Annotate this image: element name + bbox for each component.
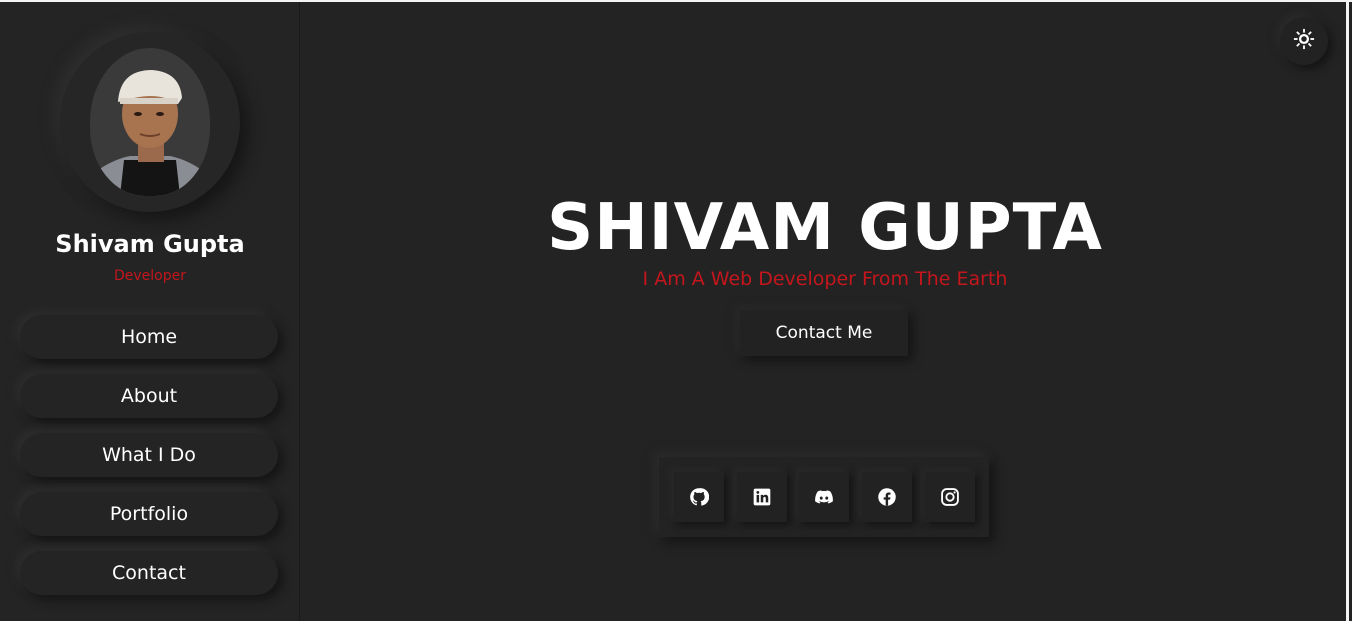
nav-item-about[interactable]: About [20, 374, 278, 418]
profile-name: Shivam Gupta [55, 230, 245, 258]
nav-item-home[interactable]: Home [20, 315, 278, 359]
hero-subtitle: I Am A Web Developer From The Earth [642, 268, 1008, 290]
discord-link[interactable] [799, 472, 849, 522]
facebook-link[interactable] [862, 472, 912, 522]
hero-title: SHIVAM GUPTA [547, 191, 1103, 265]
contact-me-button[interactable]: Contact Me [740, 310, 908, 356]
sidebar: Shivam Gupta Developer Home About What I… [0, 2, 300, 621]
linkedin-icon [753, 488, 771, 506]
profile-role: Developer [113, 268, 186, 284]
social-links [659, 457, 989, 537]
page: Shivam Gupta Developer Home About What I… [0, 0, 1352, 621]
nav-item-portfolio[interactable]: Portfolio [20, 492, 278, 536]
nav-item-what-i-do[interactable]: What I Do [20, 433, 278, 477]
instagram-icon [941, 488, 959, 506]
linkedin-link[interactable] [737, 472, 787, 522]
facebook-icon [878, 488, 896, 506]
github-icon [690, 488, 709, 506]
sidebar-nav: Home About What I Do Portfolio Contact [20, 315, 278, 610]
avatar [90, 48, 210, 196]
scrollbar[interactable] [1346, 2, 1349, 621]
github-link[interactable] [674, 472, 724, 522]
nav-item-contact[interactable]: Contact [20, 551, 278, 595]
main-content: SHIVAM GUPTA I Am A Web Developer From T… [301, 2, 1349, 621]
theme-toggle-button[interactable] [1280, 17, 1328, 65]
instagram-link[interactable] [925, 472, 975, 522]
avatar-frame [60, 32, 240, 212]
discord-icon [815, 490, 833, 504]
sun-icon [1293, 28, 1315, 54]
